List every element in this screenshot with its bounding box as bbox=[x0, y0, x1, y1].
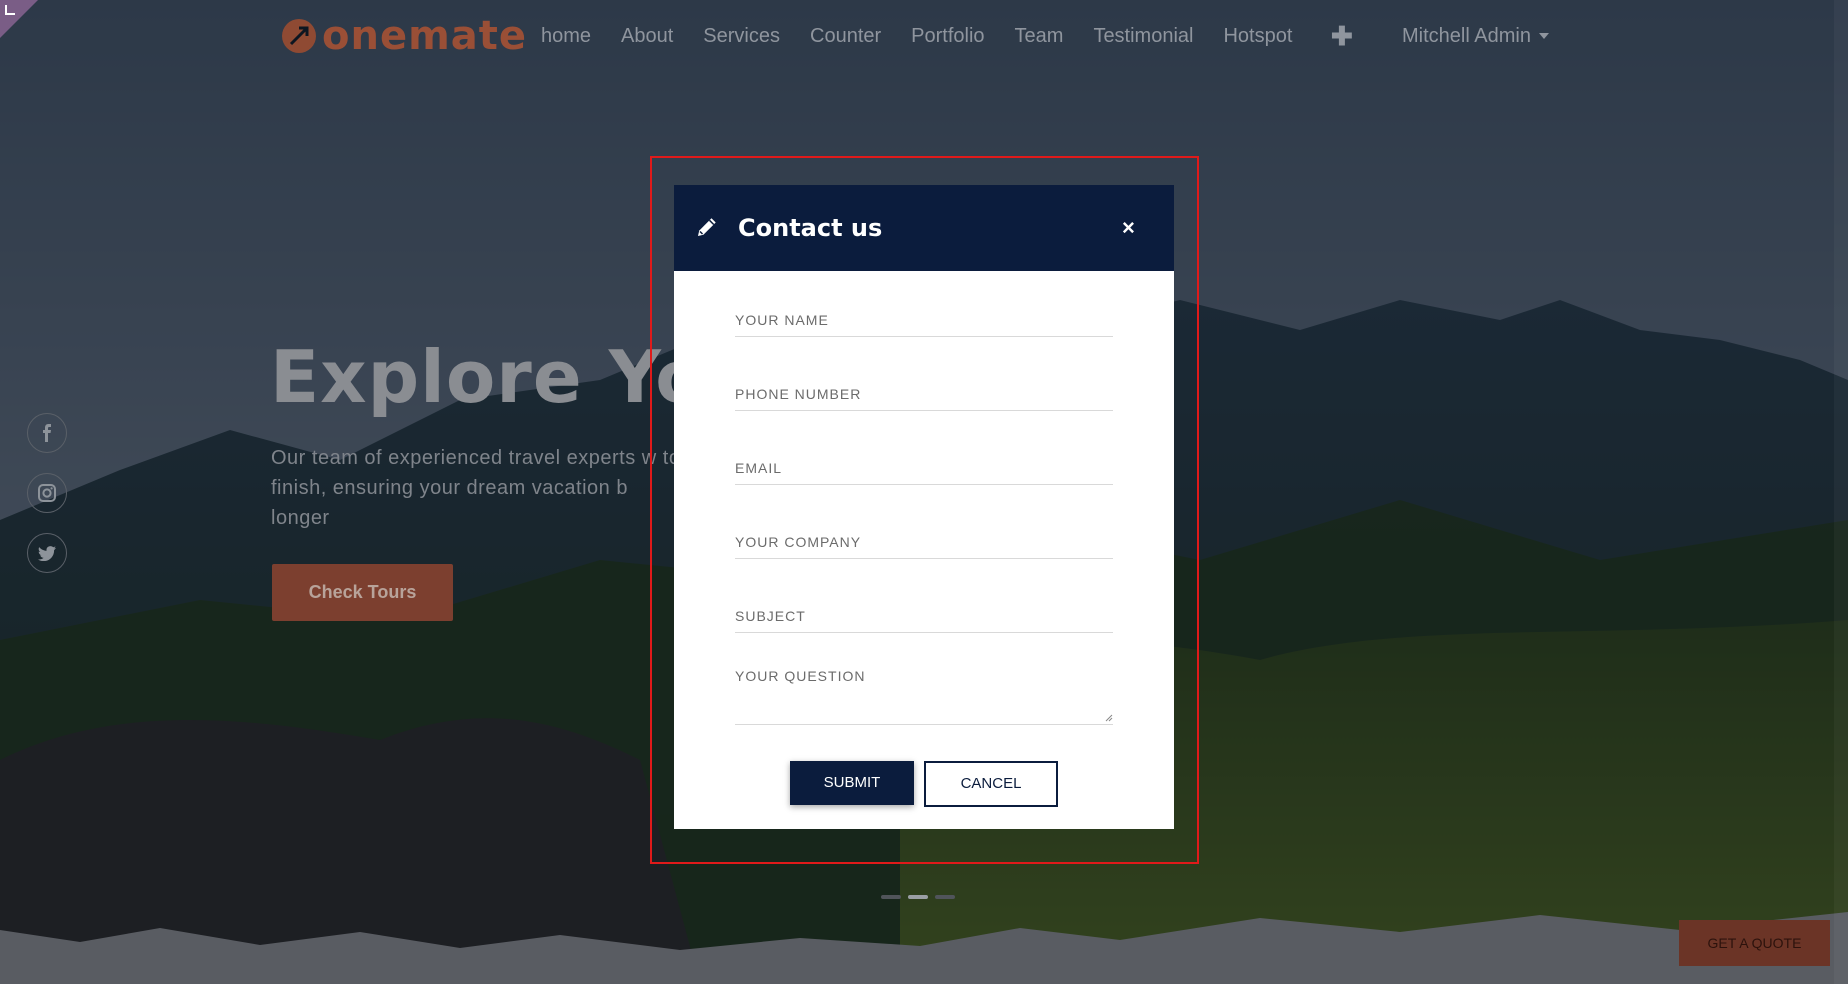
nav-item-counter[interactable]: Counter bbox=[810, 20, 881, 52]
user-name: Mitchell Admin bbox=[1402, 25, 1531, 47]
user-menu[interactable]: Mitchell Admin bbox=[1402, 20, 1549, 52]
email-field[interactable]: EMAIL bbox=[735, 456, 1113, 485]
resize-handle-icon[interactable] bbox=[1105, 714, 1113, 722]
modal-header: Contact us × bbox=[674, 185, 1174, 271]
pencil-icon bbox=[698, 218, 716, 236]
compass-arrow-icon bbox=[282, 19, 316, 53]
facebook-link[interactable] bbox=[27, 413, 67, 453]
twitter-link[interactable] bbox=[27, 533, 67, 573]
page-scrollbar[interactable] bbox=[1834, 0, 1848, 984]
carousel-indicators bbox=[881, 895, 955, 899]
nav-item-portfolio[interactable]: Portfolio bbox=[911, 20, 984, 52]
corner-mark-icon bbox=[5, 5, 15, 15]
chevron-down-icon bbox=[1538, 33, 1549, 39]
brand-name: onemate bbox=[322, 13, 528, 59]
nav-item-team[interactable]: Team bbox=[1015, 20, 1064, 52]
subject-field[interactable]: SUBJECT bbox=[735, 604, 1113, 633]
cancel-button[interactable]: CANCEL bbox=[924, 761, 1058, 807]
main-menu: home About Services Counter Portfolio Te… bbox=[541, 20, 1322, 52]
brand-logo[interactable]: onemate bbox=[282, 14, 527, 58]
modal-title: Contact us bbox=[738, 214, 883, 242]
editor-corner-tab[interactable] bbox=[0, 0, 38, 38]
nav-item-about[interactable]: About bbox=[621, 20, 673, 52]
facebook-icon bbox=[43, 424, 51, 442]
carousel-dot-active[interactable] bbox=[908, 895, 928, 899]
twitter-icon bbox=[38, 545, 56, 561]
submit-button[interactable]: SUBMIT bbox=[790, 761, 914, 805]
nav-item-home[interactable]: home bbox=[541, 20, 591, 52]
phone-field[interactable]: PHONE NUMBER bbox=[735, 382, 1113, 411]
hero-description: Our team of experienced travel experts w… bbox=[271, 447, 681, 529]
check-tours-button[interactable]: Check Tours bbox=[272, 564, 453, 621]
company-field[interactable]: YOUR COMPANY bbox=[735, 530, 1113, 559]
close-icon[interactable]: × bbox=[1122, 213, 1135, 243]
instagram-icon bbox=[38, 484, 56, 502]
carousel-dot[interactable] bbox=[881, 895, 901, 899]
get-a-quote-button[interactable]: GET A QUOTE bbox=[1679, 920, 1830, 966]
question-textarea[interactable]: YOUR QUESTION bbox=[735, 664, 1113, 725]
name-field[interactable]: YOUR NAME bbox=[735, 308, 1113, 337]
contact-modal: Contact us × YOUR NAME PHONE NUMBER EMAI… bbox=[674, 185, 1174, 829]
carousel-dot[interactable] bbox=[935, 895, 955, 899]
instagram-link[interactable] bbox=[27, 473, 67, 513]
nav-item-testimonial[interactable]: Testimonial bbox=[1093, 20, 1193, 52]
question-placeholder: YOUR QUESTION bbox=[735, 668, 866, 684]
nav-item-hotspot[interactable]: Hotspot bbox=[1223, 20, 1292, 52]
top-navbar: onemate home About Services Counter Port… bbox=[0, 0, 1848, 72]
nav-item-services[interactable]: Services bbox=[703, 20, 780, 52]
add-menu-icon[interactable]: ✚ bbox=[1331, 20, 1353, 52]
